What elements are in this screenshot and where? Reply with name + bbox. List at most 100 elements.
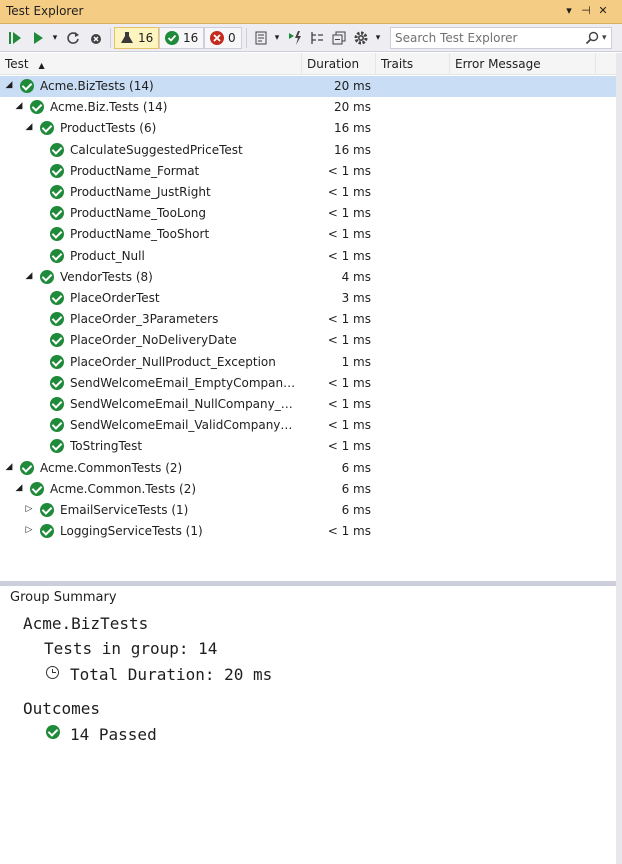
tree-row[interactable]: ▷ LoggingServiceTests (1) < 1 ms [0,521,616,542]
tree-row[interactable]: ◢ Acme.CommonTests (2) 6 ms [0,458,616,479]
column-header: Test ▲ Duration Traits Error Message [0,53,616,75]
title-bar: Test Explorer ▾ ⊣ ✕ [0,0,622,24]
test-duration: < 1 ms [327,248,371,263]
expand-arrow-icon[interactable]: ▷ [24,504,34,514]
tree-row[interactable]: ProductName_JustRight < 1 ms [0,182,616,203]
run-icon [34,32,43,44]
passed-icon [50,206,64,221]
playlist-dropdown-icon[interactable]: ▾ [272,28,282,48]
passed-icon [50,142,64,157]
tree-row[interactable]: Product_Null < 1 ms [0,246,616,267]
tree-row[interactable]: PlaceOrder_3Parameters < 1 ms [0,309,616,330]
tree-row[interactable]: PlaceOrderTest 3 ms [0,288,616,309]
column-error-label: Error Message [455,57,541,71]
collapse-arrow-icon[interactable]: ◢ [4,462,14,472]
tree-row[interactable]: PlaceOrder_NoDeliveryDate < 1 ms [0,330,616,351]
test-name: LoggingServiceTests (1) [60,524,203,539]
column-test-label: Test [5,57,29,71]
settings-dropdown-icon[interactable]: ▾ [373,28,383,48]
test-name: Acme.Common.Tests (2) [50,481,197,496]
run-all-icon [9,32,21,44]
test-duration: 16 ms [333,142,371,157]
failed-count: 0 [228,31,236,45]
expand-arrow-icon[interactable]: ▷ [24,525,34,535]
window-title: Test Explorer [6,4,84,18]
search-icon[interactable] [585,31,599,45]
collapse-icon [332,31,346,45]
tree-row[interactable]: ToStringTest < 1 ms [0,436,616,457]
vertical-scrollbar[interactable] [616,53,622,864]
test-name: SendWelcomeEmail_ValidCompany_S... [70,418,296,433]
summary-outcomes-heading: Outcomes [23,699,101,718]
test-name: PlaceOrder_NullProduct_Exception [70,354,276,369]
column-test[interactable]: Test ▲ [0,53,302,75]
playlist-button[interactable] [253,28,271,48]
passed-icon [40,121,54,136]
summary-total-duration: Total Duration: 20 ms [70,665,273,684]
test-duration: < 1 ms [327,333,371,348]
run-tests-after-build-button[interactable] [286,28,304,48]
passed-icon [165,31,179,45]
failed-tests-filter[interactable]: 0 [204,27,242,49]
total-tests-filter[interactable]: 16 [114,27,160,49]
passed-icon [50,185,64,199]
tree-row[interactable]: SendWelcomeEmail_ValidCompany_S... < 1 ms [0,415,616,436]
settings-button[interactable] [352,28,370,48]
tree-row[interactable]: ◢ VendorTests (8) 4 ms [0,267,616,288]
tree-row[interactable]: ◢ Acme.Biz.Tests (14) 20 ms [0,97,616,118]
pin-icon[interactable]: ⊣ [579,4,593,17]
test-duration: 6 ms [341,460,371,475]
tree-row[interactable]: ◢ Acme.Common.Tests (2) 6 ms [0,479,616,500]
tree-row[interactable]: ProductName_TooLong < 1 ms [0,203,616,224]
passed-icon [50,248,64,263]
test-duration: 6 ms [341,503,371,517]
passed-icon [20,79,34,93]
collapse-arrow-icon[interactable]: ◢ [24,122,34,132]
column-duration[interactable]: Duration [302,53,376,75]
test-duration: 20 ms [333,79,371,93]
run-button[interactable] [28,28,48,48]
hierarchy-icon [311,32,323,44]
sort-ascending-icon: ▲ [38,61,45,70]
passed-icon [50,333,64,348]
passed-icon [50,439,64,454]
cancel-run-button[interactable] [86,28,104,48]
tree-row[interactable]: ProductName_TooShort < 1 ms [0,224,616,245]
search-input[interactable] [391,31,581,45]
collapse-all-button[interactable] [330,28,348,48]
repeat-last-run-button[interactable] [64,28,82,48]
collapse-arrow-icon[interactable]: ◢ [14,101,24,111]
passed-tests-filter[interactable]: 16 [159,27,205,49]
search-options-dropdown-icon[interactable]: ▾ [602,33,607,43]
tree-row[interactable]: CalculateSuggestedPriceTest 16 ms [0,140,616,161]
run-all-button[interactable] [6,28,24,48]
passed-icon [50,397,64,411]
run-dropdown-icon[interactable]: ▾ [50,28,60,48]
test-duration: 1 ms [341,354,371,369]
tree-row[interactable]: ◢ ProductTests (6) 16 ms [0,118,616,139]
tree-row[interactable]: SendWelcomeEmail_EmptyCompany_... < 1 ms [0,373,616,394]
tree-row[interactable]: ProductName_Format < 1 ms [0,161,616,182]
toolbar: ▾ 16 16 0 ▾ ▾ ▾ [0,24,622,52]
column-traits[interactable]: Traits [376,53,450,75]
summary-heading: Group Summary [10,590,117,605]
tree-row[interactable]: SendWelcomeEmail_NullCompany_S... < 1 ms [0,394,616,415]
test-duration: < 1 ms [327,206,371,221]
column-error-message[interactable]: Error Message [450,53,596,75]
window-menu-dropdown-icon[interactable]: ▾ [562,4,576,17]
collapse-arrow-icon[interactable]: ◢ [14,483,24,493]
test-name: SendWelcomeEmail_EmptyCompany_... [70,375,296,390]
tree-row[interactable]: ▷ EmailServiceTests (1) 6 ms [0,500,616,521]
close-icon[interactable]: ✕ [596,4,610,17]
collapse-arrow-icon[interactable]: ◢ [24,271,34,281]
tree-row[interactable]: ◢ Acme.BizTests (14) 20 ms [0,76,616,97]
test-name: ToStringTest [70,439,143,454]
test-duration: 16 ms [333,121,371,136]
failed-icon [210,31,224,45]
group-by-button[interactable] [308,28,326,48]
test-duration: 3 ms [341,291,371,305]
collapse-arrow-icon[interactable]: ◢ [4,80,14,90]
tree-row[interactable]: PlaceOrder_NullProduct_Exception 1 ms [0,352,616,373]
passed-icon [20,460,34,475]
summary-group-name: Acme.BizTests [23,614,149,633]
